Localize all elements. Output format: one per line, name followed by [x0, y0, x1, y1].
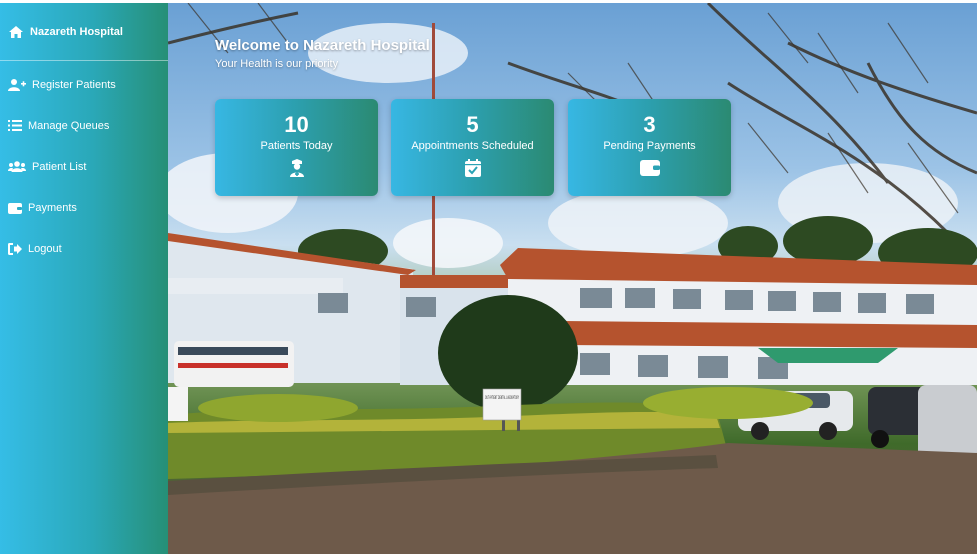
appointments-scheduled-card[interactable]: 5 Appointments Scheduled: [391, 99, 554, 196]
welcome-subtitle: Your Health is our priority: [215, 58, 339, 70]
welcome-block: Welcome to Nazareth Hospital Your Health…: [215, 37, 430, 70]
sidebar-item-label: Logout: [28, 242, 62, 255]
card-label: Pending Payments: [603, 140, 696, 152]
sign-text: OUT-PATIENT DENTAL LABORATORY: [485, 395, 519, 400]
welcome-title: Welcome to Nazareth Hospital: [215, 37, 430, 54]
wallet-icon: [639, 160, 660, 176]
home-icon: [9, 25, 23, 38]
pending-payments-card[interactable]: 3 Pending Payments: [568, 99, 731, 196]
sidebar-item-register-patients[interactable]: Register Patients: [0, 64, 168, 105]
logout-icon: [8, 242, 22, 255]
sidebar: Nazareth Hospital Register Patients Mana…: [0, 3, 168, 554]
list-icon: [8, 120, 22, 131]
sidebar-item-label: Payments: [28, 201, 77, 214]
sidebar-item-patient-list[interactable]: Patient List: [0, 146, 168, 187]
user-nurse-icon: [289, 159, 304, 177]
card-label: Appointments Scheduled: [411, 140, 534, 152]
card-value: 3: [643, 112, 656, 137]
sidebar-item-logout[interactable]: Logout: [0, 228, 168, 269]
main-content: OUT-PATIENT DENTAL LABORATORY Welcome to…: [168, 3, 977, 554]
users-icon: [8, 161, 26, 172]
sidebar-item-payments[interactable]: Payments: [0, 187, 168, 228]
user-plus-icon: [8, 78, 26, 91]
sidebar-item-label: Patient List: [32, 160, 87, 173]
patients-today-card[interactable]: 10 Patients Today: [215, 99, 378, 196]
sidebar-item-label: Register Patients: [32, 78, 116, 91]
card-label: Patients Today: [260, 140, 333, 152]
wallet-icon: [8, 202, 22, 214]
hospital-photo: OUT-PATIENT DENTAL LABORATORY: [168, 3, 977, 554]
sidebar-menu: Register Patients Manage Queues Patient …: [0, 64, 168, 269]
brand-label: Nazareth Hospital: [30, 25, 123, 38]
card-value: 5: [466, 112, 479, 137]
sidebar-item-label: Manage Queues: [28, 119, 110, 132]
sidebar-item-manage-queues[interactable]: Manage Queues: [0, 105, 168, 146]
calendar-check-icon: [464, 159, 481, 177]
sidebar-brand[interactable]: Nazareth Hospital: [0, 3, 168, 61]
card-value: 10: [284, 112, 309, 137]
